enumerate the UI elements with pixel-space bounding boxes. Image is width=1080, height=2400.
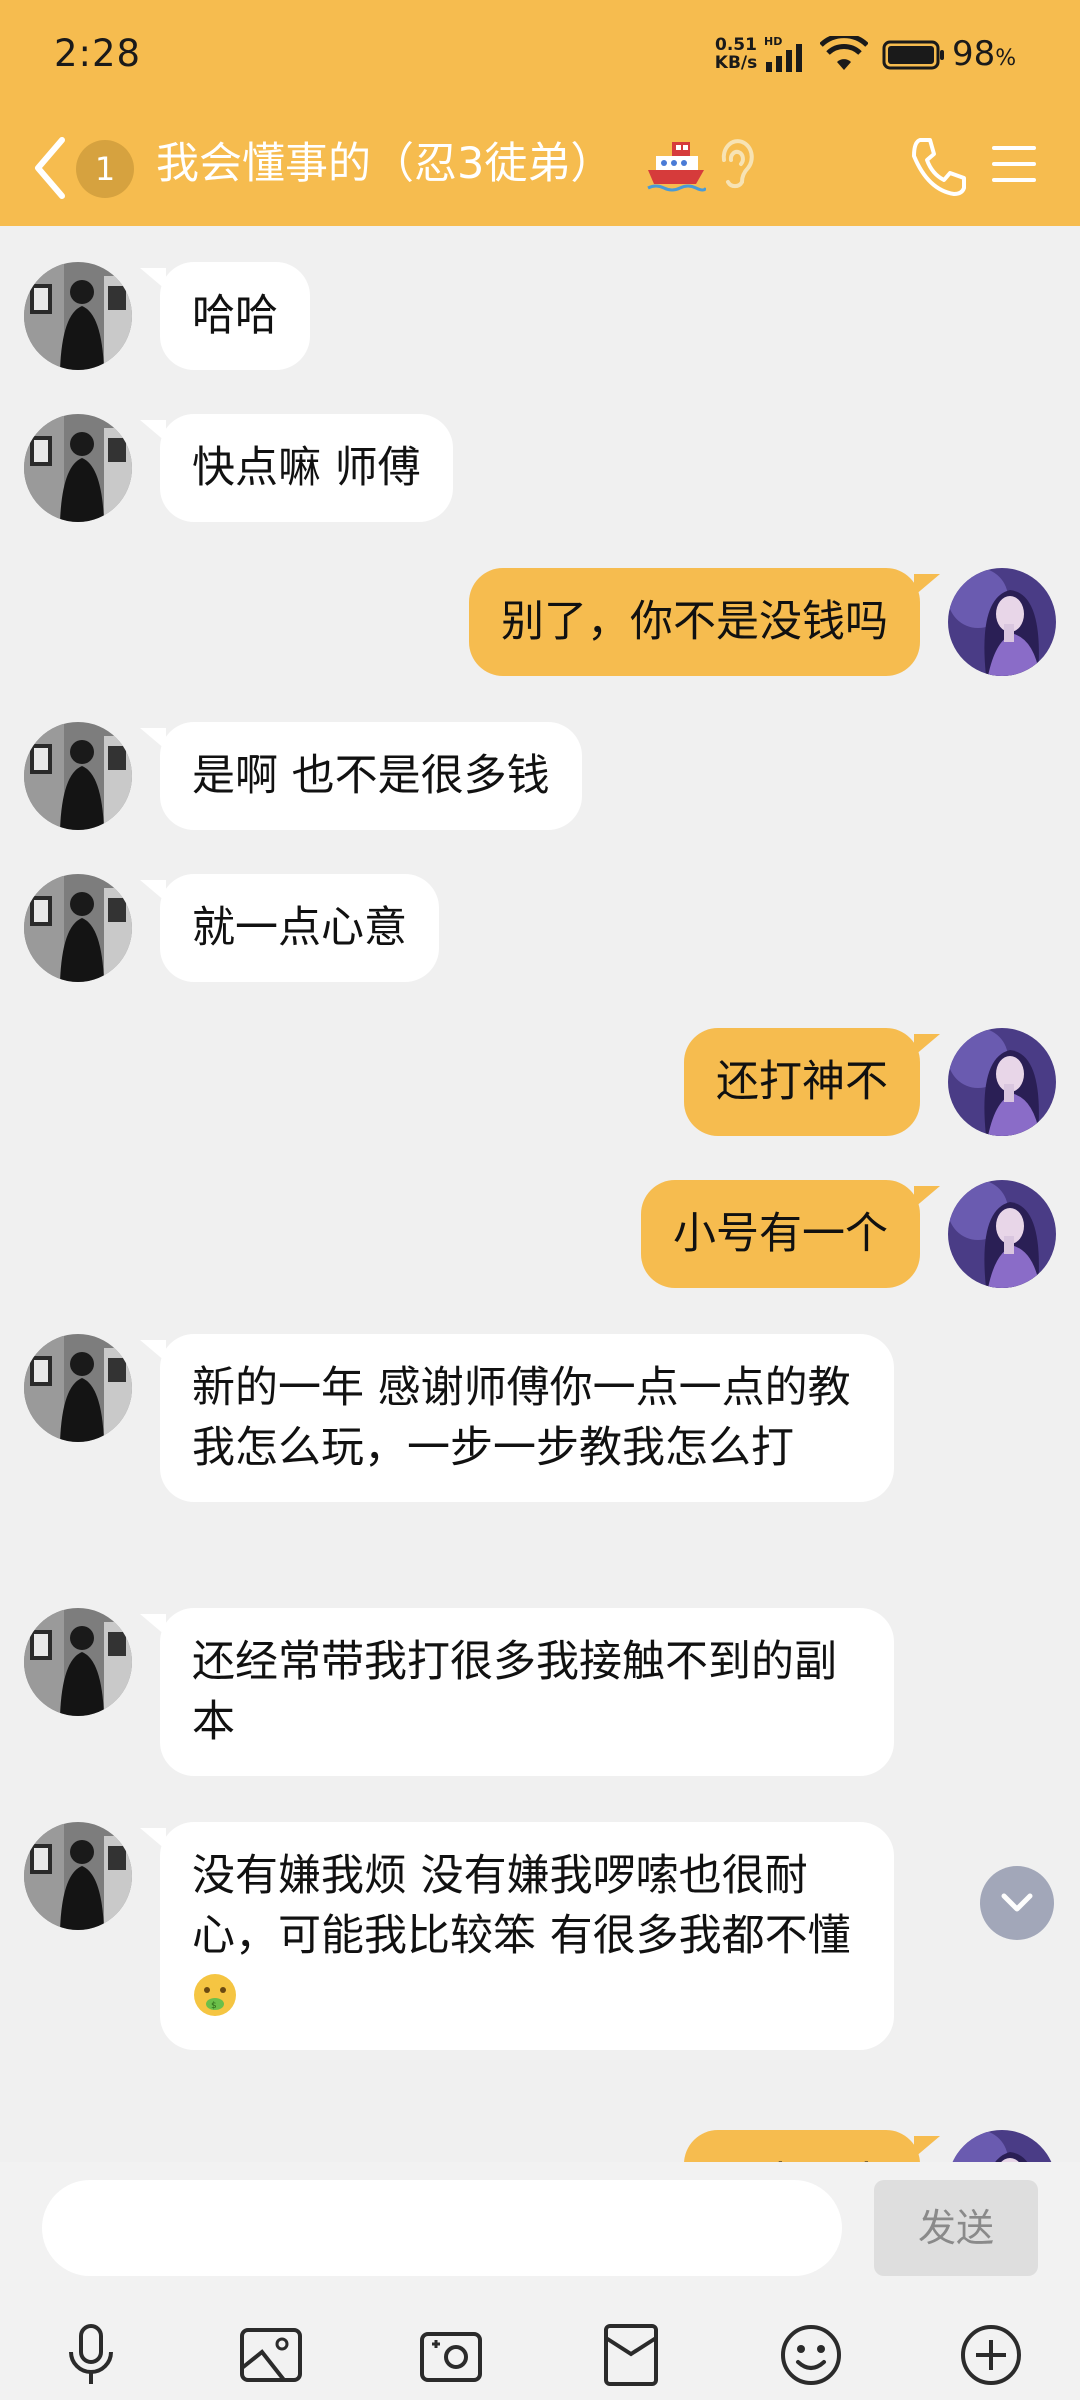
battery-icon [882, 40, 944, 70]
composer-toolbar [0, 2312, 1080, 2392]
message-bubble[interactable]: 就一点心意 [140, 874, 439, 982]
message-bubble[interactable]: 新的一年 感谢师傅你一点一点的教我怎么玩，一步一步教我怎么打 [140, 1334, 894, 1502]
emoji-icon[interactable] [778, 2322, 844, 2388]
contact-avatar[interactable] [24, 414, 132, 522]
battery-percent-value: 98 [952, 34, 996, 74]
red-packet-icon[interactable] [598, 2322, 664, 2388]
contact-avatar[interactable] [24, 1608, 132, 1716]
network-badge: HD [764, 35, 782, 48]
contact-avatar[interactable] [24, 722, 132, 830]
wifi-icon [820, 36, 868, 70]
send-button[interactable]: 发送 [874, 2180, 1038, 2276]
header-bar: 2:28 0.51 KB/s HD 98% 1 我会懂事的（忍3徒弟） [0, 0, 1080, 226]
ear-icon[interactable] [716, 138, 756, 192]
contact-avatar[interactable] [24, 262, 132, 370]
network-speed: 0.51 KB/s [710, 36, 762, 72]
message-bubble[interactable]: 没有嫌我烦 没有嫌我啰嗦也很耐心，可能我比较笨 有很多我都不懂 $ [140, 1822, 894, 2050]
contact-avatar[interactable] [24, 1822, 132, 1930]
menu-icon[interactable] [990, 140, 1038, 188]
status-bar: 2:28 0.51 KB/s HD 98% [0, 0, 1080, 110]
message-bubble[interactable]: 小号有一个 [641, 1180, 940, 1288]
self-avatar[interactable] [948, 1028, 1056, 1136]
message-bubble[interactable]: 是啊 也不是很多钱 [140, 722, 582, 830]
self-avatar[interactable] [948, 1180, 1056, 1288]
back-arrow-icon[interactable] [28, 132, 72, 204]
message-text: 没有嫌我烦 没有嫌我啰嗦也很耐心，可能我比较笨 有很多我都不懂 [192, 1851, 851, 1961]
message-bubble[interactable]: 没事没事 [684, 2130, 940, 2162]
network-speed-unit: KB/s [714, 53, 758, 73]
unread-count-badge[interactable]: 1 [76, 140, 134, 198]
contact-avatar[interactable] [24, 1334, 132, 1442]
self-avatar[interactable] [948, 2130, 1056, 2162]
ship-icon[interactable] [646, 136, 706, 194]
camera-icon[interactable] [418, 2322, 484, 2388]
network-speed-value: 0.51 [715, 35, 757, 55]
chevron-down-icon [1001, 1893, 1033, 1912]
message-bubble[interactable]: 还打神不 [684, 1028, 940, 1136]
message-bubble[interactable]: 别了，你不是没钱吗 [469, 568, 940, 676]
self-avatar[interactable] [948, 568, 1056, 676]
battery-percent-unit: % [995, 46, 1017, 71]
contact-avatar[interactable] [24, 874, 132, 982]
money-mouth-emoji-icon: $ [194, 1974, 236, 2016]
chat-title[interactable]: 我会懂事的（忍3徒弟） [156, 134, 613, 194]
battery-percent: 98% [952, 34, 1016, 74]
scroll-to-bottom-button[interactable] [980, 1866, 1054, 1940]
image-icon[interactable] [238, 2322, 304, 2388]
chat-nav: 1 我会懂事的（忍3徒弟） [0, 110, 1080, 226]
status-time: 2:28 [54, 32, 142, 75]
phone-icon[interactable] [908, 134, 968, 198]
message-bubble[interactable]: 哈哈 [140, 262, 310, 370]
message-bubble[interactable]: 还经常带我打很多我接触不到的副本 [140, 1608, 894, 1776]
message-bubble[interactable]: 快点嘛 师傅 [140, 414, 453, 522]
message-list[interactable]: 哈哈 快点嘛 师傅 别了，你不是没钱吗 是啊 也不是很多钱 就一点心意 还打神不 [0, 226, 1080, 2162]
microphone-icon[interactable] [58, 2322, 124, 2388]
signal-icon: HD [764, 35, 802, 72]
composer: 发送 [0, 2162, 1080, 2400]
message-input[interactable] [42, 2180, 842, 2276]
svg-text:$: $ [211, 2001, 217, 2011]
plus-icon[interactable] [958, 2322, 1024, 2388]
